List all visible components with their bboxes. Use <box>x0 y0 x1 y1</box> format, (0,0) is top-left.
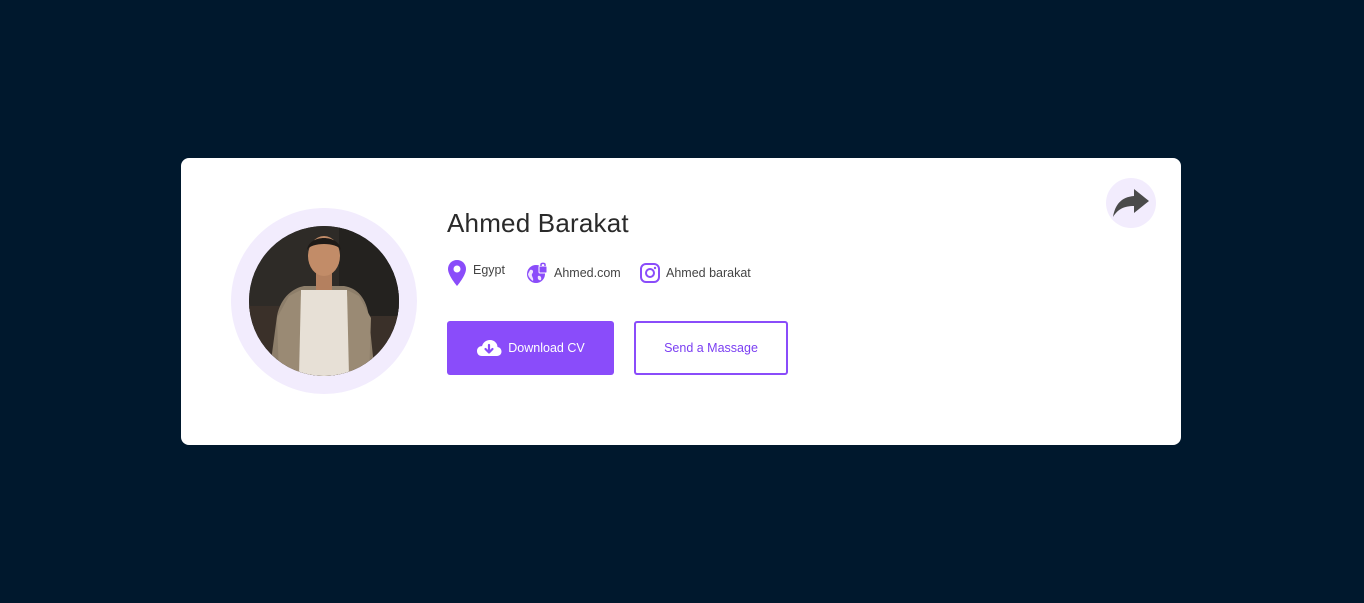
send-message-button[interactable]: Send a Massage <box>634 321 788 375</box>
website-item[interactable]: Ahmed.com <box>526 258 621 288</box>
share-button[interactable] <box>1106 178 1156 228</box>
map-pin-icon <box>447 259 467 287</box>
download-cv-button[interactable]: Download CV <box>447 321 614 375</box>
globe-lock-icon <box>526 262 548 284</box>
location-item: Egypt <box>447 258 505 288</box>
cloud-download-icon <box>476 339 502 357</box>
avatar <box>249 226 399 376</box>
avatar-ring <box>231 208 417 394</box>
send-message-label: Send a Massage <box>664 341 758 355</box>
website-link[interactable]: Ahmed.com <box>554 266 621 280</box>
share-arrow-icon <box>1113 189 1149 217</box>
profile-name: Ahmed Barakat <box>447 208 629 238</box>
instagram-link[interactable]: Ahmed barakat <box>666 266 751 280</box>
location-text: Egypt <box>473 263 505 277</box>
instagram-icon <box>640 263 660 283</box>
download-cv-label: Download CV <box>508 341 585 355</box>
profile-card: Ahmed Barakat Egypt Ahmed.com Ahmed bara… <box>181 158 1181 445</box>
instagram-item[interactable]: Ahmed barakat <box>640 258 751 288</box>
